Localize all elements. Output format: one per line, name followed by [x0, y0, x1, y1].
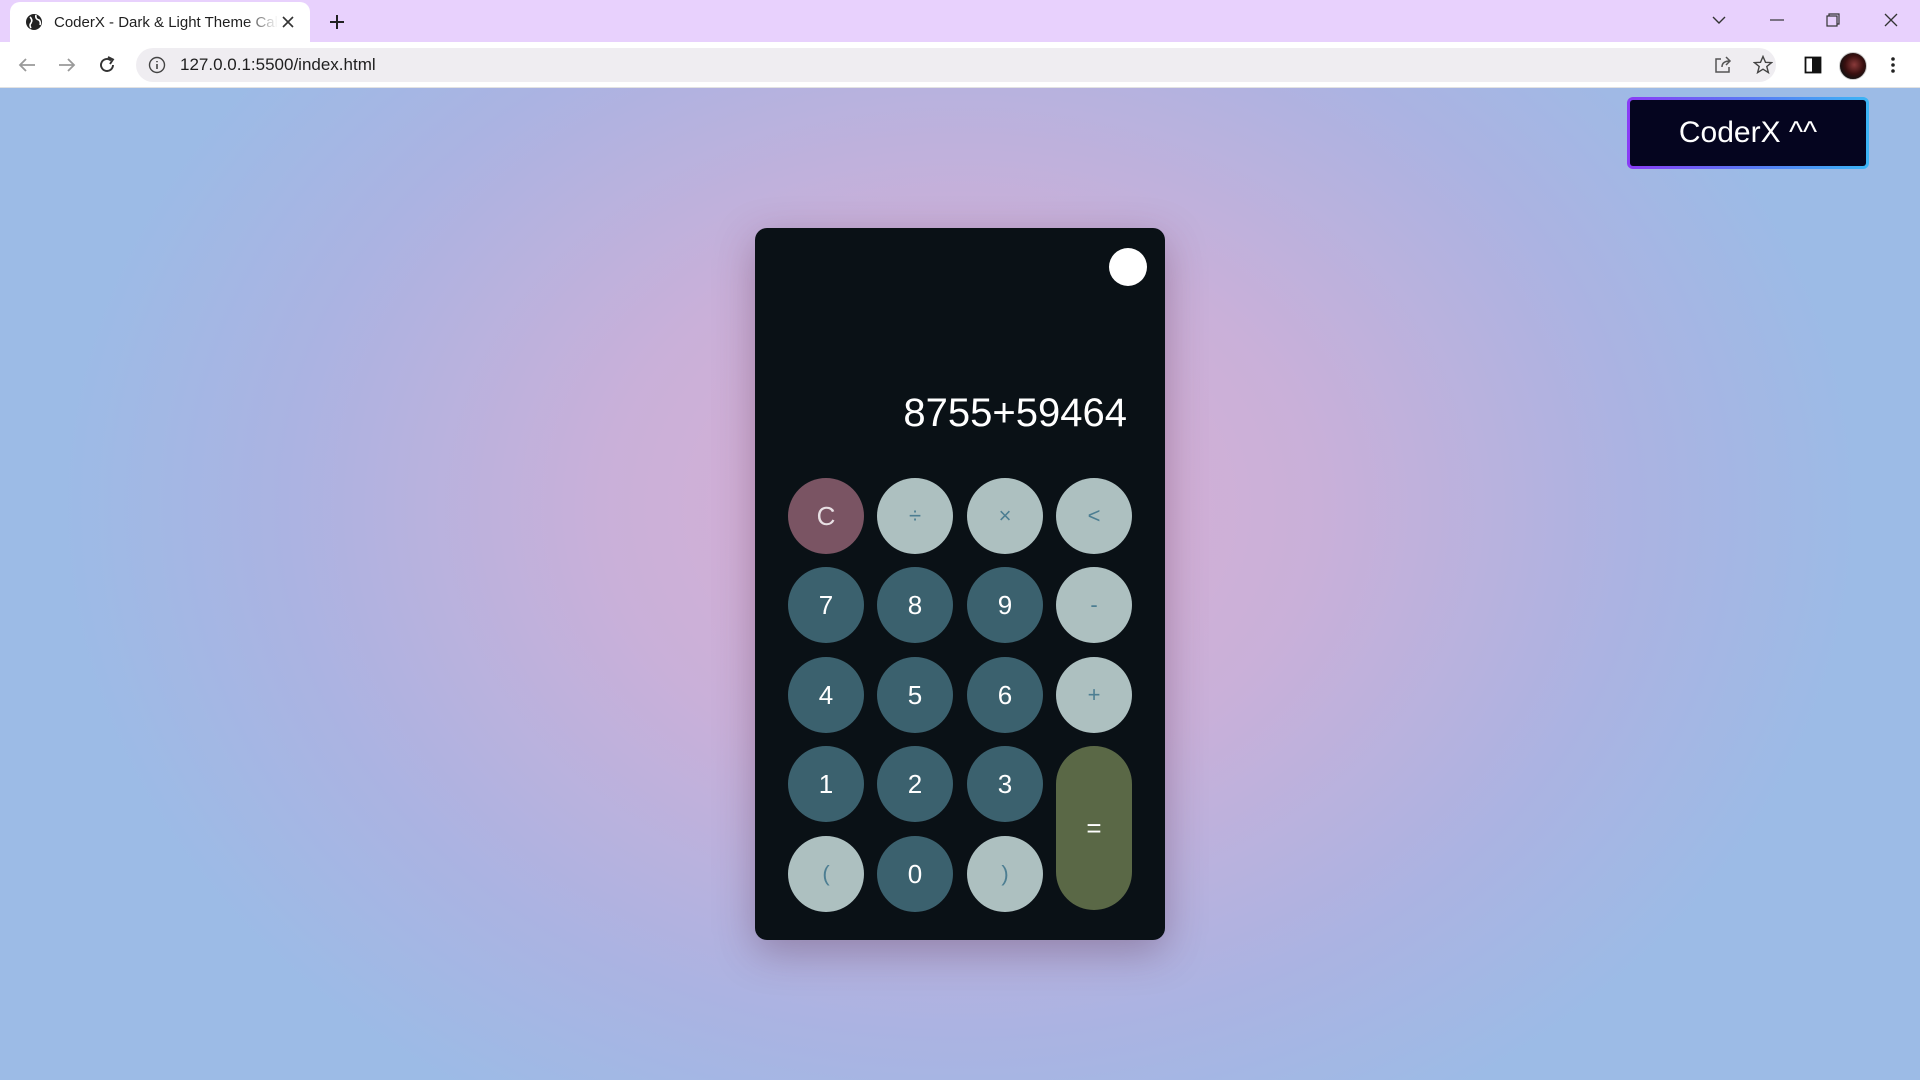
close-icon[interactable] [278, 12, 298, 32]
forward-arrow-icon[interactable] [51, 49, 83, 81]
digit-1-button[interactable]: 1 [788, 746, 864, 822]
tab-strip: CoderX - Dark & Light Theme Calculator [0, 0, 1920, 42]
browser-tab[interactable]: CoderX - Dark & Light Theme Calculator [10, 2, 310, 42]
coderx-brand-button[interactable]: CoderX ^^ [1627, 97, 1869, 169]
open-paren-button[interactable]: ( [788, 836, 864, 912]
side-panel-icon[interactable] [1797, 49, 1829, 81]
chevron-down-icon[interactable] [1699, 4, 1739, 36]
share-icon[interactable] [1713, 55, 1733, 75]
digit-5-button[interactable]: 5 [877, 657, 953, 733]
page-background: CoderX ^^ 8755+59464 C ÷ × < 7 8 9 - 4 5… [0, 88, 1920, 1080]
digit-2-button[interactable]: 2 [877, 746, 953, 822]
digit-6-button[interactable]: 6 [967, 657, 1043, 733]
equals-button[interactable]: = [1056, 746, 1132, 910]
star-icon[interactable] [1753, 55, 1773, 75]
avatar[interactable] [1839, 52, 1867, 80]
back-arrow-icon[interactable] [11, 49, 43, 81]
digit-9-button[interactable]: 9 [967, 567, 1043, 643]
globe-icon [24, 12, 44, 32]
multiply-button[interactable]: × [967, 478, 1043, 554]
clear-button[interactable]: C [788, 478, 864, 554]
close-paren-button[interactable]: ) [967, 836, 1043, 912]
digit-7-button[interactable]: 7 [788, 567, 864, 643]
kebab-menu-icon[interactable] [1877, 49, 1909, 81]
digit-0-button[interactable]: 0 [877, 836, 953, 912]
browser-toolbar: 127.0.0.1:5500/index.html [0, 42, 1920, 88]
tab-title: CoderX - Dark & Light Theme Calculator [54, 13, 278, 31]
plus-icon[interactable] [324, 9, 350, 35]
minus-button[interactable]: - [1056, 567, 1132, 643]
digit-4-button[interactable]: 4 [788, 657, 864, 733]
theme-toggle-button[interactable] [1109, 248, 1147, 286]
url-text: 127.0.0.1:5500/index.html [180, 55, 376, 74]
restore-icon[interactable] [1813, 4, 1853, 36]
close-window-icon[interactable] [1871, 4, 1911, 36]
calculator-display: 8755+59464 [903, 391, 1127, 435]
reload-icon[interactable] [91, 49, 123, 81]
calculator: 8755+59464 C ÷ × < 7 8 9 - 4 5 6 + 1 2 3… [755, 228, 1165, 940]
minimize-icon[interactable] [1757, 4, 1797, 36]
divide-button[interactable]: ÷ [877, 478, 953, 554]
digit-3-button[interactable]: 3 [967, 746, 1043, 822]
digit-8-button[interactable]: 8 [877, 567, 953, 643]
backspace-button[interactable]: < [1056, 478, 1132, 554]
address-bar[interactable]: 127.0.0.1:5500/index.html [136, 48, 1776, 82]
info-icon[interactable] [148, 56, 166, 74]
plus-button[interactable]: + [1056, 657, 1132, 733]
